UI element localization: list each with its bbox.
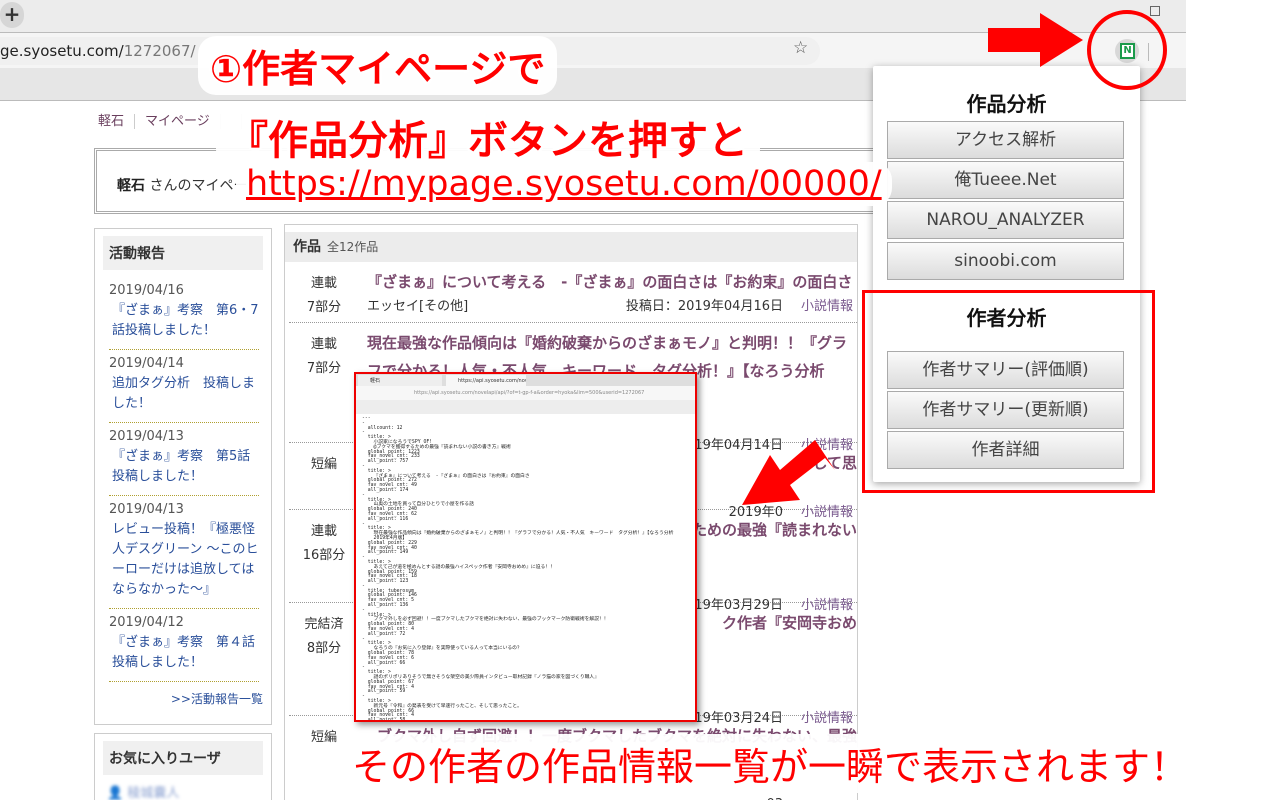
- down-left-arrow-icon: [742, 440, 835, 505]
- annotation-step2: 『作品分析』ボタンを押すと: [216, 106, 760, 168]
- annotation-url: https://mypage.syosetu.com/00000/: [236, 162, 892, 206]
- highlight-circle: [1087, 10, 1167, 90]
- annotation-step1: ①作者マイページで: [198, 36, 558, 95]
- annotation-result: その作者の作品情報一覧が一瞬で表示されます！: [340, 734, 1201, 793]
- right-arrow-icon: [988, 13, 1083, 67]
